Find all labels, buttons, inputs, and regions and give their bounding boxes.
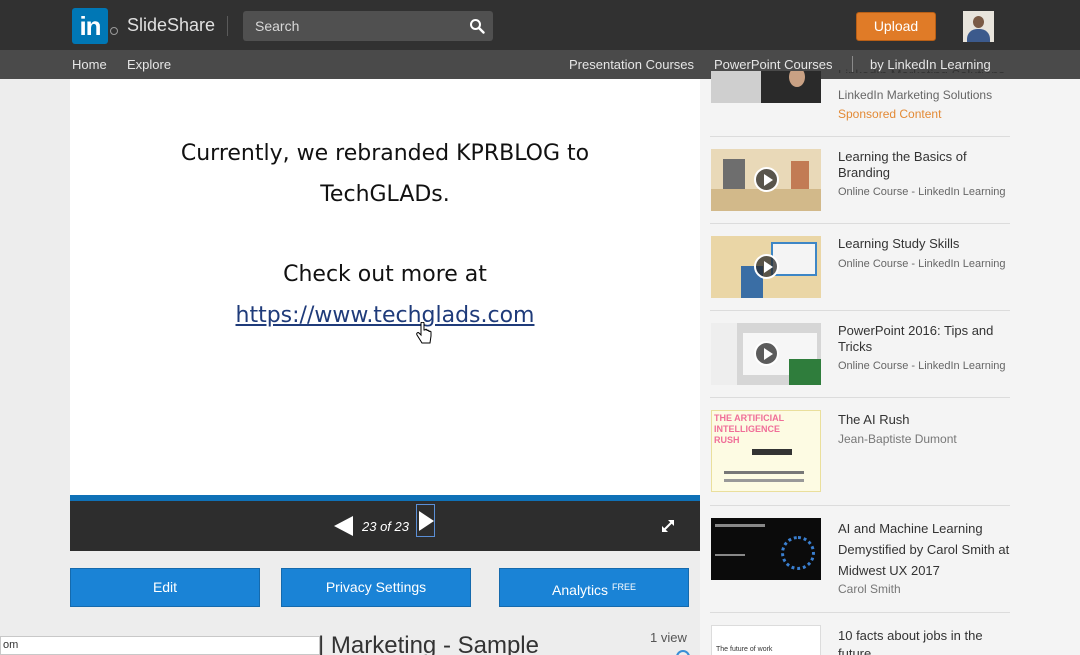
- analytics-label: Analytics: [552, 582, 609, 598]
- slide-link[interactable]: https://www.techglads.com: [236, 303, 535, 328]
- thumbnail-text: THE ARTIFICIAL INTELLIGENCE RUSH: [714, 413, 784, 445]
- related-author: Carol Smith: [838, 582, 901, 596]
- player-controls: 23 of 23: [70, 501, 700, 551]
- loading-icon: [676, 650, 690, 655]
- nav-explore[interactable]: Explore: [127, 57, 171, 72]
- related-title: LinkedIn Marketing Solutions: [838, 67, 1013, 73]
- thumbnail: [711, 149, 821, 211]
- top-bar: in SlideShare Search Upload: [0, 0, 1080, 50]
- avatar[interactable]: [963, 11, 994, 42]
- related-author: Jean-Baptiste Dumont: [838, 432, 957, 446]
- related-title: The AI Rush: [838, 412, 910, 427]
- nav-powerpoint-courses[interactable]: PowerPoint Courses: [714, 57, 833, 72]
- next-slide-icon: [419, 511, 434, 531]
- thumbnail: THE ARTIFICIAL INTELLIGENCE RUSH: [711, 410, 821, 492]
- browser-status-bar: om: [0, 636, 320, 655]
- play-icon: [754, 341, 779, 366]
- thumbnail: [711, 323, 821, 385]
- related-subtitle: Online Course - LinkedIn Learning: [838, 186, 1006, 198]
- divider: [710, 136, 1010, 137]
- linkedin-logo[interactable]: in: [72, 8, 108, 44]
- slide-text-line: TechGLADs.: [320, 182, 450, 207]
- privacy-settings-button[interactable]: Privacy Settings: [281, 568, 471, 607]
- thumbnail: [711, 518, 821, 580]
- free-badge: FREE: [611, 582, 636, 592]
- play-icon: [754, 254, 779, 279]
- related-title: 10 facts about jobs in the future: [838, 628, 983, 655]
- brand-name[interactable]: SlideShare: [127, 15, 215, 36]
- divider: [710, 397, 1010, 398]
- thumbnail: [711, 71, 821, 103]
- search-input[interactable]: Search: [243, 11, 493, 41]
- sponsored-tag: Sponsored Content: [838, 107, 942, 121]
- nav-presentation-courses[interactable]: Presentation Courses: [569, 57, 694, 72]
- view-count: 1 view: [650, 630, 687, 645]
- hand-cursor-icon: [416, 322, 432, 344]
- thumbnail: The future of work: [711, 625, 821, 655]
- fullscreen-icon[interactable]: [660, 518, 676, 534]
- divider: [710, 505, 1010, 506]
- edit-button[interactable]: Edit: [70, 568, 260, 607]
- related-subtitle: Online Course - LinkedIn Learning: [838, 360, 1006, 372]
- page-count: 23 of 23: [362, 519, 409, 534]
- slide-text-line: Currently, we rebranded KPRBLOG to: [180, 141, 590, 166]
- analytics-button[interactable]: Analytics FREE: [499, 568, 689, 607]
- related-title: Learning the Basics of Branding: [838, 149, 967, 180]
- related-subtitle: Online Course - LinkedIn Learning: [838, 258, 1006, 270]
- divider: [227, 16, 228, 36]
- related-sidebar: LinkedIn Marketing Solutions LinkedIn Ma…: [700, 67, 1080, 655]
- related-title: Learning Study Skills: [838, 236, 960, 251]
- upload-button[interactable]: Upload: [856, 12, 936, 41]
- sub-nav: Home Explore Presentation Courses PowerP…: [0, 50, 1080, 79]
- divider: [710, 612, 1010, 613]
- divider: [710, 223, 1010, 224]
- next-slide-button[interactable]: [416, 504, 435, 537]
- registered-mark-icon: [110, 27, 118, 35]
- thumbnail: [711, 236, 821, 298]
- search-icon[interactable]: [469, 18, 485, 34]
- presentation-title: | Marketing - Sample: [318, 632, 539, 655]
- related-title: AI and Machine Learning Demystified by C…: [838, 521, 1010, 578]
- previous-slide-icon[interactable]: [334, 516, 353, 536]
- play-icon: [754, 167, 779, 192]
- search-placeholder: Search: [255, 18, 300, 34]
- thumbnail-text: The future of work: [716, 646, 773, 653]
- slide-viewer[interactable]: Currently, we rebranded KPRBLOG to TechG…: [70, 79, 700, 495]
- related-subtitle: LinkedIn Marketing Solutions: [838, 88, 993, 102]
- divider: [710, 310, 1010, 311]
- nav-home[interactable]: Home: [72, 57, 107, 72]
- slide-text-line: Check out more at: [283, 262, 487, 287]
- related-title: PowerPoint 2016: Tips and Tricks: [838, 323, 994, 354]
